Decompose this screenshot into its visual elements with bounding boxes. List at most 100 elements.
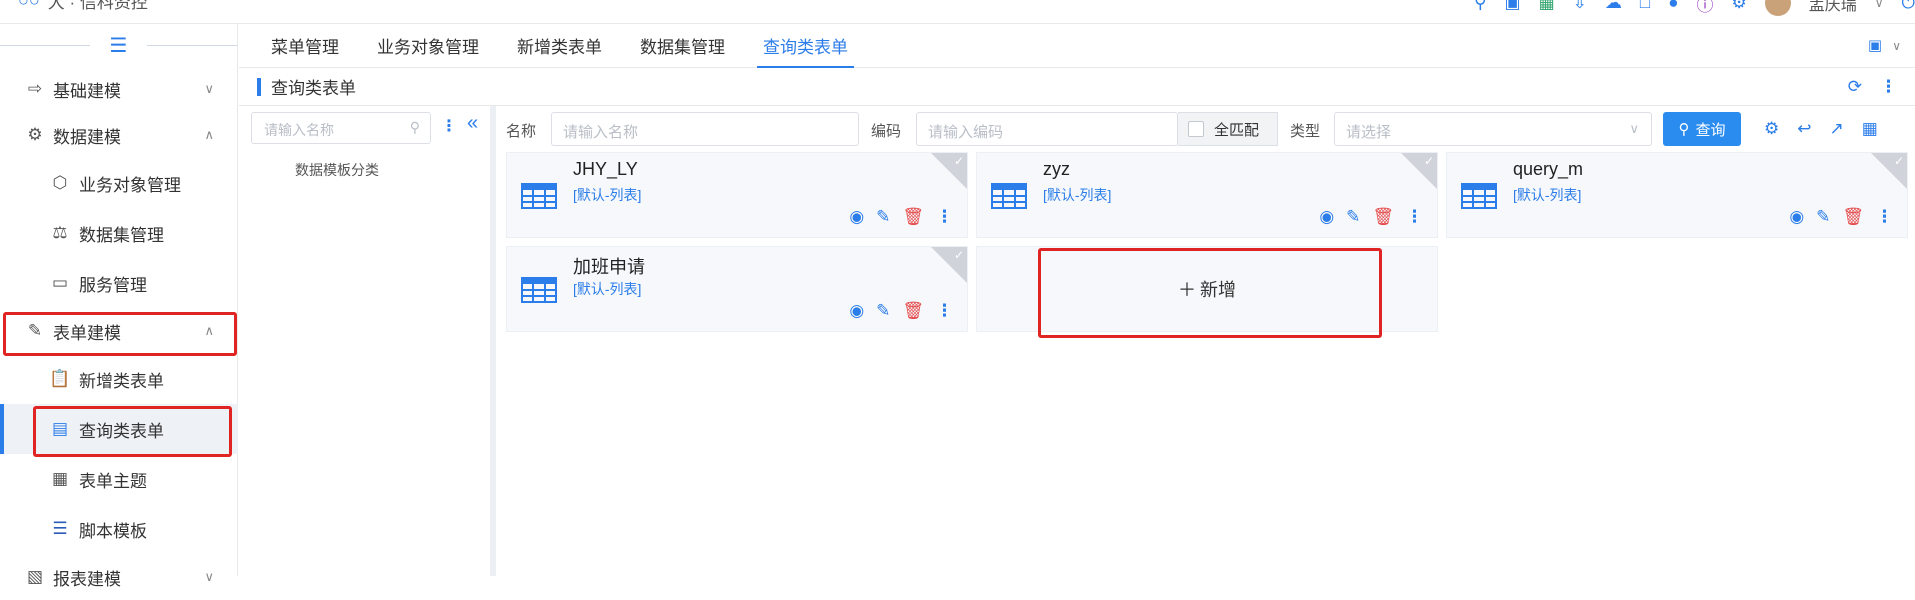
fullscreen-icon[interactable]: ▣ [1505,0,1521,13]
download-icon[interactable]: ⇩ [1573,0,1587,13]
user-name[interactable]: 孟庆瑞 [1809,0,1857,15]
export-icon[interactable]: ↗ [1830,119,1844,139]
card-title: JHY_LY [573,159,638,179]
delete-icon[interactable]: 🗑 [1842,207,1864,227]
form-card[interactable]: 加班申请 [默认-列表] ✓ ◉ ✎ 🗑 ⋮ [506,246,968,332]
sidebar-item-label: 数据集管理 [79,225,164,245]
cloud-icon[interactable]: ☁ [1605,0,1622,13]
card-subtitle: [默认-列表] [1513,187,1582,203]
name-input[interactable]: 请输入名称 [551,112,859,146]
sidebar-item-report-modeling[interactable]: ▧ 报表建模 ∨ [0,554,238,600]
monitor-icon[interactable]: □ [1640,0,1650,13]
import-icon[interactable]: ↩ [1797,119,1811,139]
sidebar-item-form-theme[interactable]: ▦ 表单主题 [0,454,238,504]
search-icon[interactable]: ⚲ [410,119,420,136]
tree-node-root[interactable]: 数据模板分类 [295,160,379,180]
settings-icon[interactable]: ⚙ [1764,119,1779,139]
name-label: 名称 [506,123,537,140]
more-vertical-icon[interactable]: ⋮ [1876,207,1893,227]
table-icon [1461,183,1497,209]
main-content: 名称 请输入名称 编码 请输入编码 全匹配 类型 请选择 ∨ ⚲ 查询 ⚙ ↩ … [502,106,1915,576]
edit-icon[interactable]: ✎ [876,301,890,321]
view-icon[interactable]: ◉ [1319,207,1334,227]
type-select[interactable]: 请选择 ∨ [1334,112,1652,146]
edit-icon[interactable]: ✎ [1346,207,1360,227]
edit-icon[interactable]: ✎ [876,207,890,227]
check-icon: ✓ [1423,154,1434,168]
delete-icon[interactable]: 🗑 [1372,207,1394,227]
help-icon[interactable]: ⓘ [1696,0,1713,16]
page-header: 查询类表单 ⟳ ⋮ [239,68,1915,106]
category-search-input[interactable]: 请输入名称 ⚲ [251,112,431,144]
view-icon[interactable]: ◉ [849,301,864,321]
query-button-label: 查询 [1695,121,1726,139]
power-icon[interactable]: ⏻ [1902,0,1915,13]
toolbar-icons: ⚙ ↩ ↗ ▦ [1764,119,1878,139]
form-card[interactable]: zyz [默认-列表] ✓ ◉ ✎ 🗑 ⋮ [976,152,1438,238]
view-icon[interactable]: ◉ [1789,207,1804,227]
logo-icon: ○○ [18,0,40,10]
highlight-box [3,312,237,356]
sidebar-item-dataset[interactable]: ⚖ 数据集管理 [0,208,238,258]
collapse-left-icon[interactable]: « [467,112,478,135]
card-title: zyz [1043,159,1070,179]
refresh-icon[interactable]: ⟳ [1848,77,1862,97]
more-vertical-icon[interactable]: ⋮ [936,207,953,227]
menu-icon: ☰ [52,519,68,538]
table-icon [521,277,557,303]
chevron-down-icon[interactable]: ∨ [1875,0,1884,10]
tab-bar: 菜单管理 业务对象管理 新增类表单 数据集管理 查询类表单 ▣ ∨ [239,24,1915,68]
logout-icon: ⇨ [27,79,43,98]
code-placeholder: 请输入编码 [928,124,1004,141]
sidebar-item-service[interactable]: ▭ 服务管理 [0,258,238,308]
sidebar: ☰ ⇨ 基础建模 ∨ ⚙ 数据建模 ∧ ⬡ 业务对象管理 ⚖ 数据集管理 ▭ 服… [0,24,238,589]
view-icon[interactable]: ◉ [849,207,864,227]
list-toggle-icon[interactable]: ☰ [110,33,128,58]
sidebar-item-add-form[interactable]: 📋 新增类表单 [0,354,238,404]
chevron-up-icon: ∧ [204,127,214,142]
tab-business-object[interactable]: 业务对象管理 [377,24,479,68]
sidebar-item-business-object[interactable]: ⬡ 业务对象管理 [0,158,238,208]
delete-icon[interactable]: 🗑 [902,207,924,227]
bell-icon[interactable]: ● [1668,0,1678,13]
delete-icon[interactable]: 🗑 [902,301,924,321]
app-title: 大 · 信科资控 [47,0,148,12]
tab-menu-management[interactable]: 菜单管理 [271,24,339,68]
tab-dataset[interactable]: 数据集管理 [640,24,725,68]
page-title: 查询类表单 [271,79,356,98]
tab-add-form[interactable]: 新增类表单 [517,24,602,68]
settings-icon[interactable]: ⚙ [1731,0,1746,13]
code-input[interactable]: 请输入编码 [916,112,1178,146]
more-vertical-icon[interactable]: ⋮ [1880,77,1897,97]
exact-match-checkbox[interactable]: 全匹配 [1178,112,1278,146]
highlight-box [1038,248,1382,338]
code-label: 编码 [871,123,902,140]
form-card[interactable]: JHY_LY [默认-列表] ✓ ◉ ✎ 🗑 ⋮ [506,152,968,238]
card-title: query_m [1513,159,1584,179]
title-accent-bar [257,77,261,96]
excel-icon[interactable]: ▦ [1539,0,1555,13]
sidebar-item-script-template[interactable]: ☰ 脚本模板 [0,504,238,554]
tab-query-form[interactable]: 查询类表单 [757,24,854,68]
avatar[interactable] [1764,0,1791,16]
exact-match-label: 全匹配 [1214,121,1260,139]
monitor-icon: ▣ [1867,37,1883,54]
sidebar-item-data-modeling[interactable]: ⚙ 数据建模 ∧ [0,112,238,158]
sidebar-item-label: 表单主题 [79,471,147,491]
more-vertical-icon[interactable]: ⋮ [441,116,457,136]
table-icon [991,183,1027,209]
card-actions: ◉ ✎ 🗑 ⋮ [849,301,953,321]
table-view-icon[interactable]: ▦ [1862,119,1878,139]
checkbox-box[interactable] [1188,121,1204,137]
active-indicator [0,404,4,454]
search-icon[interactable]: ⚲ [1474,0,1486,13]
more-vertical-icon[interactable]: ⋮ [1406,207,1423,227]
edit-icon[interactable]: ✎ [1816,207,1830,227]
sidebar-item-basic-modeling[interactable]: ⇨ 基础建模 ∨ [0,66,238,112]
top-toolbar: ⚲ ▣ ▦ ⇩ ☁ □ ● ⓘ ⚙ 孟庆瑞 ∨ ⏻ [1474,0,1915,16]
query-button[interactable]: ⚲ 查询 [1663,112,1741,146]
divider [147,44,237,46]
more-vertical-icon[interactable]: ⋮ [936,301,953,321]
monitor-dropdown[interactable]: ▣ ∨ [1868,36,1901,54]
form-card[interactable]: query_m [默认-列表] ✓ ◉ ✎ 🗑 ⋮ [1446,152,1908,238]
